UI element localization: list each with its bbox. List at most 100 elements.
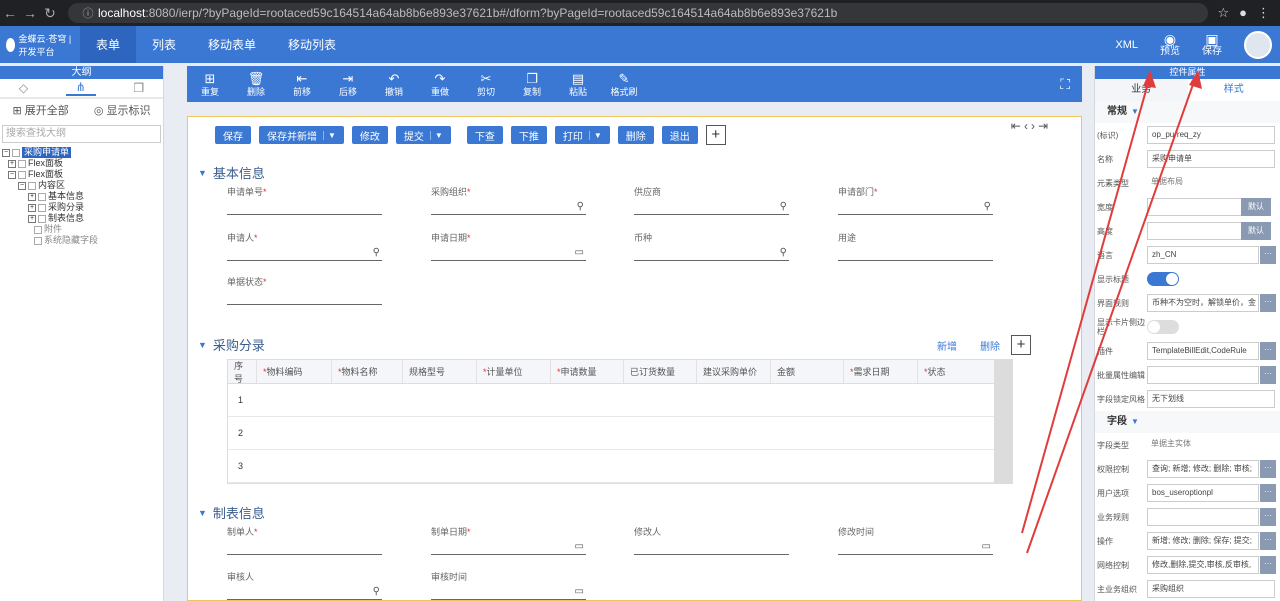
star-icon[interactable]: ☆: [1217, 5, 1229, 21]
save-new-button[interactable]: 保存并新增 ▼: [259, 126, 344, 144]
field-apply-date[interactable]: 申请日期* ▭: [431, 231, 586, 261]
table-row[interactable]: 1: [228, 384, 995, 417]
tree-item-root[interactable]: − 采购申请单: [0, 147, 163, 158]
reload-icon[interactable]: ↻: [40, 5, 60, 22]
copy-button[interactable]: ❐ 复制: [509, 72, 555, 97]
main-org-select[interactable]: 采购组织: [1147, 580, 1275, 598]
tree-icon[interactable]: ⋔: [65, 80, 96, 96]
group-general[interactable]: 常规 ▼: [1095, 101, 1280, 123]
tree-item-attach[interactable]: 附件: [0, 224, 163, 235]
biz-rule-input[interactable]: [1147, 508, 1259, 526]
col-price[interactable]: 建议采购单价: [697, 360, 771, 383]
show-title-toggle[interactable]: [1147, 272, 1179, 286]
print-button[interactable]: 打印 ▼: [554, 126, 610, 144]
down-query-button[interactable]: 下查: [466, 126, 503, 144]
grid-scrollbar[interactable]: [994, 360, 1012, 483]
section-basic-title[interactable]: ▼ 基本信息: [198, 163, 265, 182]
outline-search-input[interactable]: 搜索查找大纲: [2, 125, 161, 143]
col-mat-code[interactable]: * 物料编码: [257, 360, 332, 383]
push-button[interactable]: 下推: [510, 126, 547, 144]
entry-add-button[interactable]: 新增: [937, 338, 957, 353]
table-row[interactable]: 3: [228, 450, 995, 483]
field-modifier[interactable]: 修改人: [634, 525, 789, 555]
paste-button[interactable]: ▤ 粘贴: [555, 72, 601, 97]
layers-icon[interactable]: ◇: [19, 81, 28, 95]
field-status[interactable]: 单据状态*: [227, 275, 382, 305]
field-currency[interactable]: 币种 ⚲: [634, 231, 789, 261]
field-org[interactable]: 采购组织* ⚲: [431, 185, 586, 215]
field-dept[interactable]: 申请部门* ⚲: [838, 185, 993, 215]
entry-add-op-button[interactable]: +: [1011, 335, 1031, 355]
field-audit-time[interactable]: 审核时间 ▭: [431, 570, 586, 600]
field-modify-time[interactable]: 修改时间 ▭: [838, 525, 993, 555]
redo-button[interactable]: ↷ 重做: [417, 72, 463, 97]
width-unit-select[interactable]: 默认: [1241, 198, 1271, 216]
duplicate-button[interactable]: ⊞ 重复: [187, 72, 233, 97]
more-icon[interactable]: ···: [1260, 532, 1276, 550]
field-auditor[interactable]: 审核人 ⚲: [227, 570, 382, 600]
form-save-button[interactable]: 保存: [215, 126, 251, 144]
modify-button[interactable]: 修改: [351, 126, 388, 144]
tab-style[interactable]: 样式: [1187, 79, 1280, 101]
more-icon[interactable]: ···: [1260, 246, 1276, 264]
tab-form[interactable]: 表单: [80, 26, 137, 63]
xml-button[interactable]: XML: [1115, 39, 1138, 51]
operation-input[interactable]: 新增; 修改; 删除; 保存; 提交;: [1147, 532, 1259, 550]
col-unit[interactable]: * 计量单位: [477, 360, 551, 383]
card-sidebar-toggle[interactable]: [1147, 320, 1179, 334]
plugin-input[interactable]: TemplateBillEdit,CodeRule: [1147, 342, 1259, 360]
id-input[interactable]: op_purreq_zy: [1147, 126, 1275, 144]
name-input[interactable]: 采购申请单: [1147, 150, 1275, 168]
field-supplier[interactable]: 供应商 ⚲: [634, 185, 789, 215]
group-field[interactable]: 字段 ▼: [1095, 411, 1280, 433]
table-row[interactable]: 2: [228, 417, 995, 450]
move-back-button[interactable]: ⇥ 后移: [325, 72, 371, 97]
col-qty[interactable]: * 申请数量: [551, 360, 624, 383]
forward-icon[interactable]: →: [20, 5, 40, 21]
language-input[interactable]: zh_CN: [1147, 246, 1259, 264]
network-control-input[interactable]: 修改,删除,提交,审核,反审核,: [1147, 556, 1259, 574]
more-icon[interactable]: ···: [1260, 460, 1276, 478]
move-forward-button[interactable]: ⇤ 前移: [279, 72, 325, 97]
exit-button[interactable]: 退出: [661, 126, 698, 144]
col-amount[interactable]: 金额: [771, 360, 844, 383]
height-unit-select[interactable]: 默认: [1241, 222, 1271, 240]
entry-delete-button[interactable]: 删除: [980, 338, 1000, 353]
more-icon[interactable]: ···: [1260, 508, 1276, 526]
tab-mobile-list[interactable]: 移动列表: [272, 26, 352, 63]
undo-button[interactable]: ↶ 撤销: [371, 72, 417, 97]
field-creator[interactable]: 制单人*: [227, 525, 382, 555]
preview-button[interactable]: ◉ 预览: [1160, 32, 1180, 58]
submit-button[interactable]: 提交 ▼: [395, 126, 451, 144]
tab-business[interactable]: 业务: [1095, 79, 1188, 101]
col-spec[interactable]: 规格型号: [403, 360, 477, 383]
copy-icon[interactable]: ❐: [133, 81, 144, 95]
cut-button[interactable]: ✂ 剪切: [463, 72, 509, 97]
more-icon[interactable]: ···: [1260, 556, 1276, 574]
field-create-date[interactable]: 制单日期* ▭: [431, 525, 586, 555]
tree-item-content[interactable]: − 内容区: [0, 180, 163, 191]
field-bill-no[interactable]: 申请单号*: [227, 185, 382, 215]
col-state[interactable]: * 状态: [918, 360, 995, 383]
user-option-input[interactable]: bos_useroptionpl: [1147, 484, 1259, 502]
tab-mobile-form[interactable]: 移动表单: [192, 26, 272, 63]
col-mat-name[interactable]: * 物料名称: [332, 360, 403, 383]
avatar[interactable]: [1244, 30, 1272, 59]
profile-icon[interactable]: ●: [1239, 5, 1247, 21]
more-icon[interactable]: ···: [1260, 294, 1276, 312]
col-seq[interactable]: 序号: [228, 360, 257, 384]
address-bar[interactable]: ⓘ localhost:8080/ierp/?byPageId=rootaced…: [68, 3, 1208, 23]
format-brush-button[interactable]: ✎ 格式刷: [601, 72, 647, 97]
more-icon[interactable]: ···: [1260, 366, 1276, 384]
tree-item-flex2[interactable]: − Flex面板: [0, 169, 163, 180]
tree-item-flex1[interactable]: + Flex面板: [0, 158, 163, 169]
batch-edit-input[interactable]: [1147, 366, 1259, 384]
delete-tool-button[interactable]: 🗑 删除: [233, 72, 279, 97]
save-header-button[interactable]: ▣ 保存: [1202, 32, 1222, 58]
col-ordered[interactable]: 已订货数量: [624, 360, 697, 383]
info-icon[interactable]: ⓘ: [78, 5, 98, 21]
back-icon[interactable]: ←: [0, 5, 20, 21]
rules-input[interactable]: 币种不为空时，解锁单价，金: [1147, 294, 1259, 312]
more-icon[interactable]: ···: [1260, 342, 1276, 360]
height-input[interactable]: [1147, 222, 1243, 240]
